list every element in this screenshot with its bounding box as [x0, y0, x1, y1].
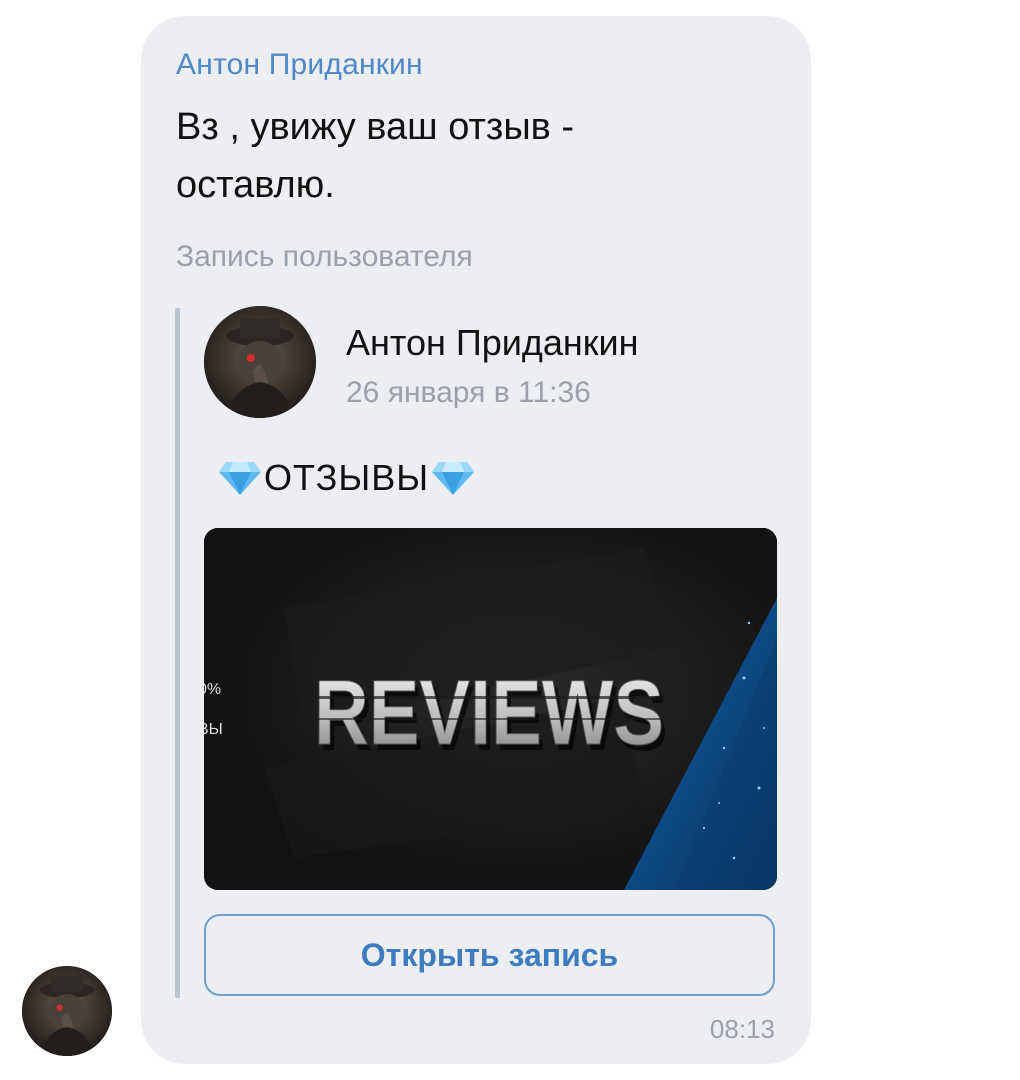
message-sender-name[interactable]: Антон Приданкин [176, 48, 423, 82]
repost-author-avatar[interactable] [204, 306, 316, 418]
repost-date: 26 января в 11:36 [346, 376, 591, 409]
message-text: Вз , увижу ваш отзыв - оставлю. [176, 106, 575, 206]
diamond-icon [432, 462, 475, 495]
repost-author-name[interactable]: Антон Приданкин [346, 322, 639, 364]
avatar-image [204, 306, 316, 418]
avatar-image [22, 966, 112, 1056]
post-title: ОТЗЫВЫ [218, 453, 475, 503]
message-bubble: Антон Приданкин Вз , увижу ваш отзыв - о… [141, 16, 811, 1064]
repost-quote-bar [175, 308, 180, 998]
side-text-bottom: ВЫ [204, 721, 223, 738]
banner-text: REVIEWS [314, 662, 664, 764]
open-post-button[interactable]: Открыть запись [204, 914, 775, 996]
sender-avatar[interactable] [22, 966, 112, 1056]
repost-label: Запись пользователя [176, 240, 473, 273]
side-text-top: 0% [204, 681, 221, 698]
reviews-banner: 0% ВЫ REVIEWS REVIEWS [204, 528, 777, 890]
message-time: 08:13 [709, 1014, 775, 1044]
diamond-icon [219, 462, 261, 495]
post-title-text: ОТЗЫВЫ [264, 457, 430, 498]
post-image[interactable]: 0% ВЫ REVIEWS REVIEWS [204, 528, 777, 890]
